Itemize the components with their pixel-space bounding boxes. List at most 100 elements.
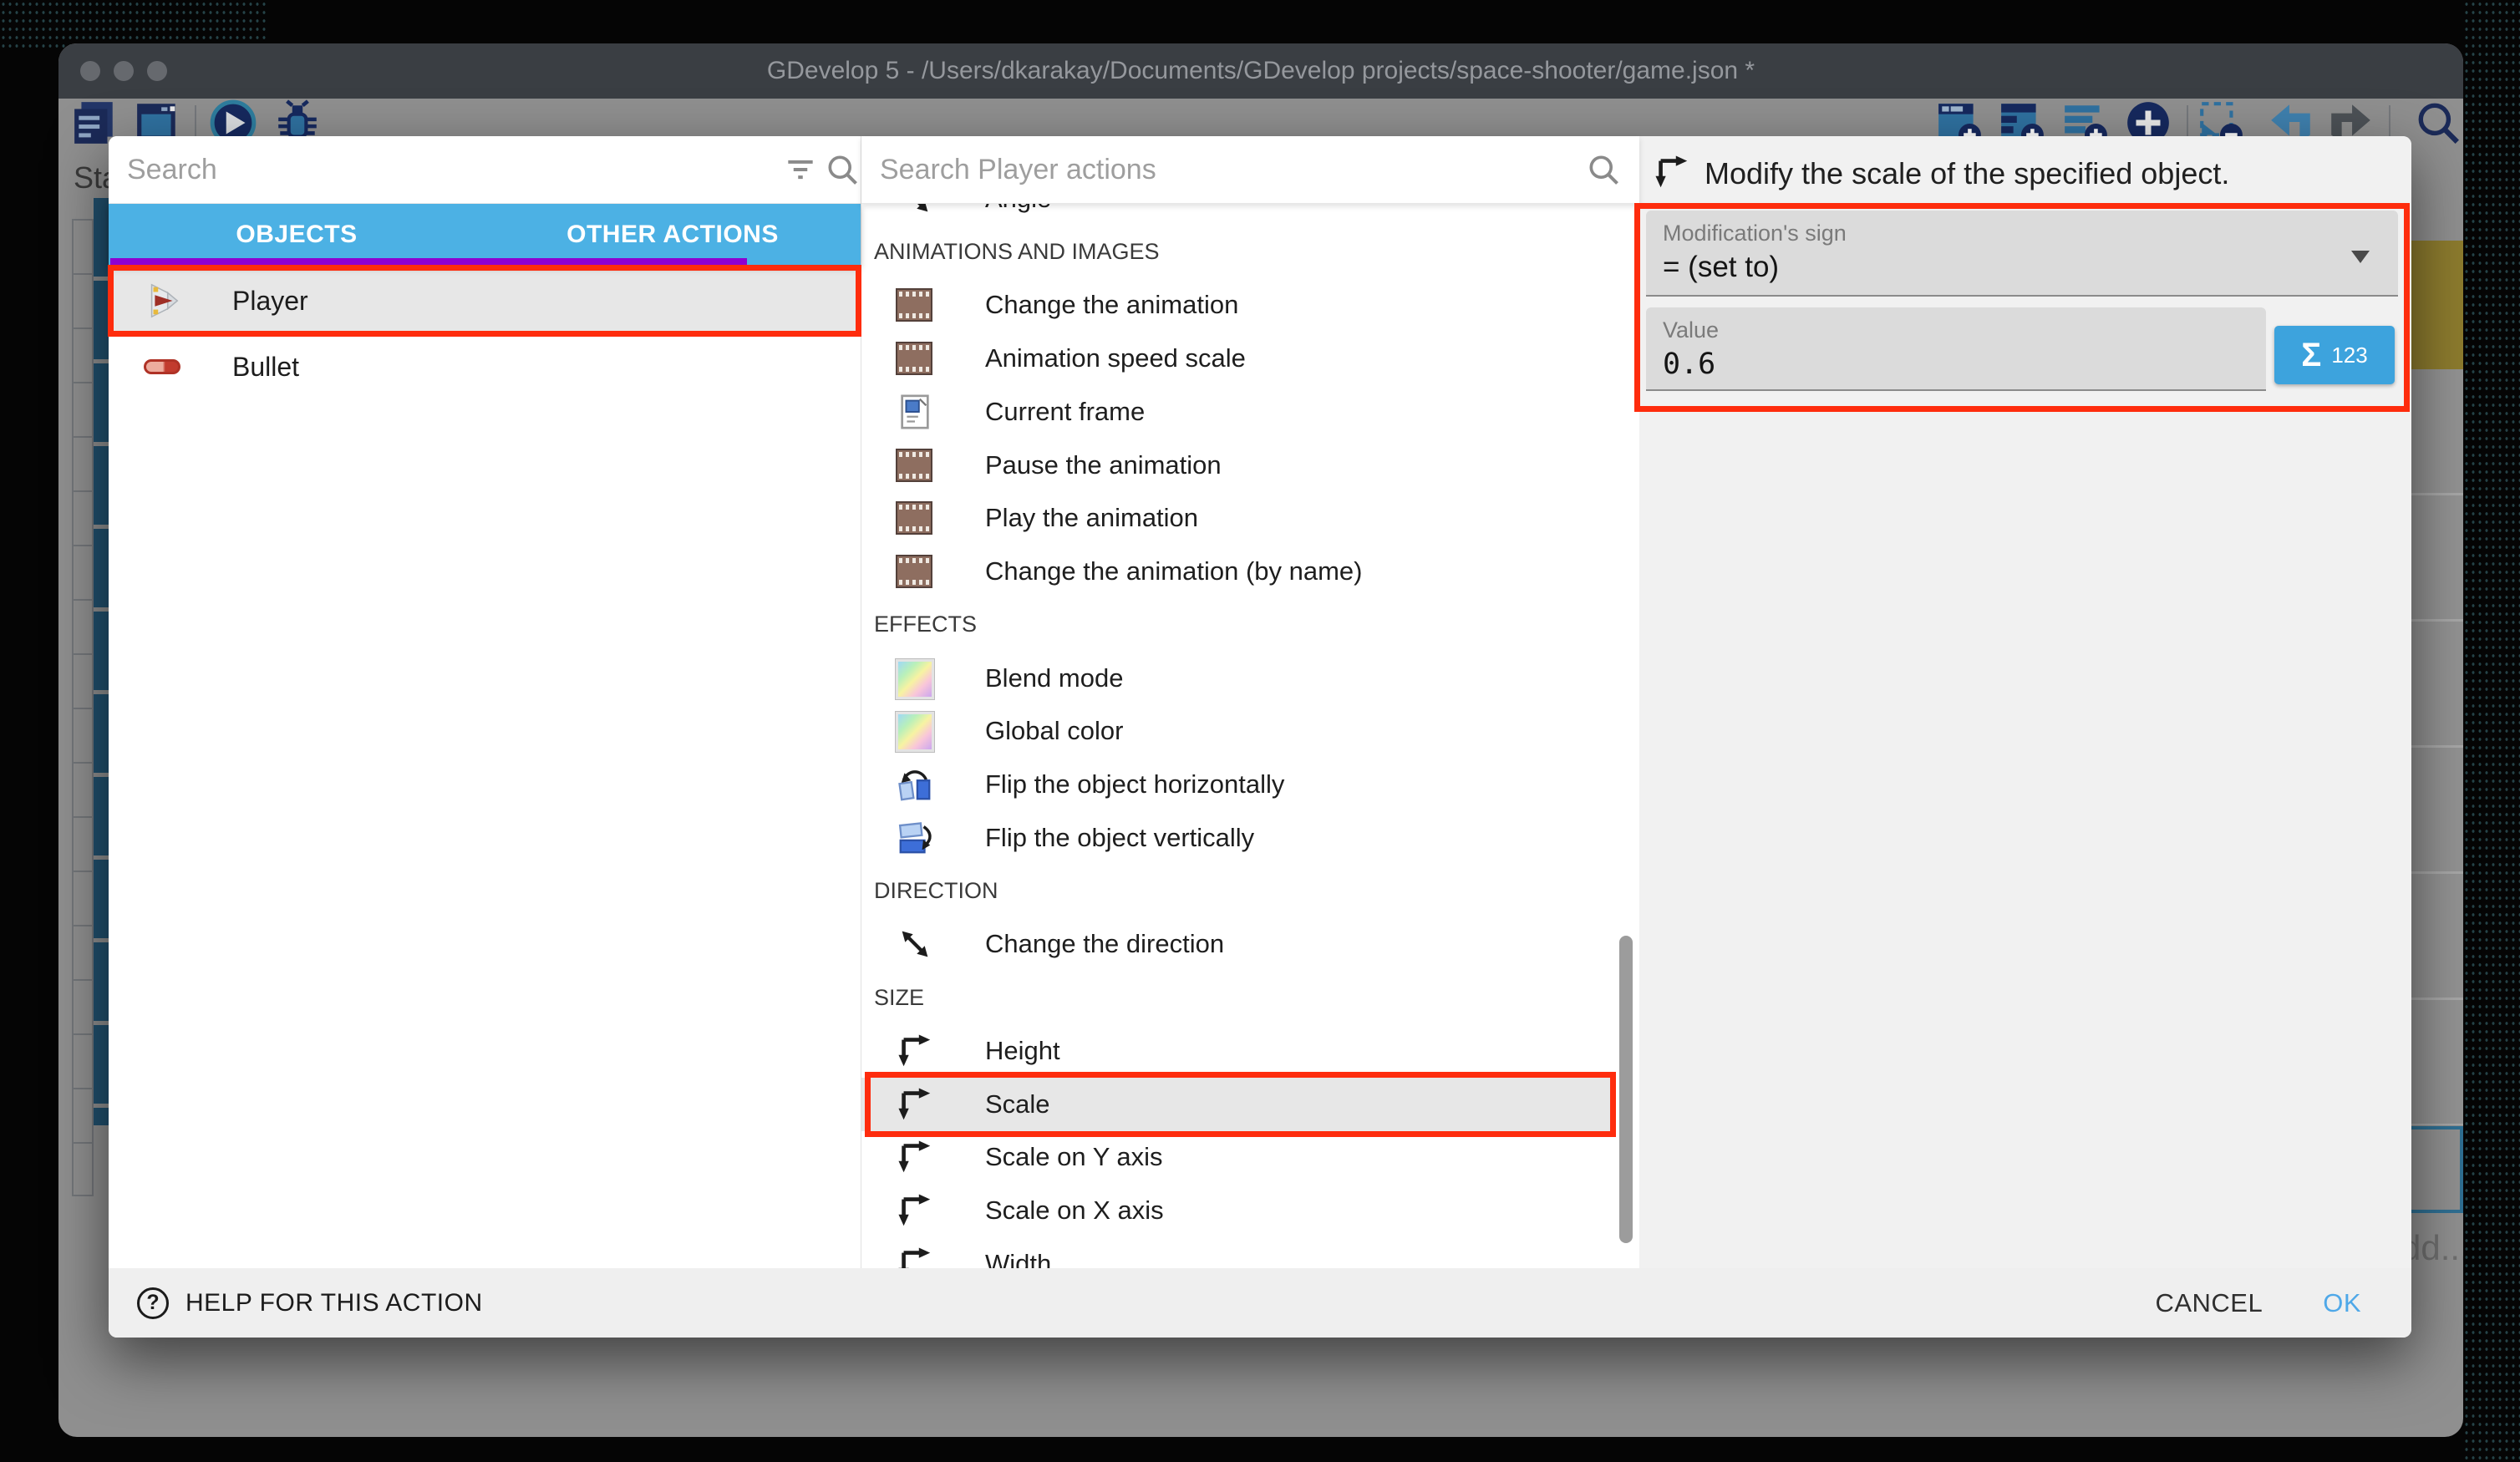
action-row-change-the-direction[interactable]: Change the direction: [861, 918, 1616, 972]
action-row-animation-speed-scale[interactable]: Animation speed scale: [861, 332, 1616, 385]
toolbar-separator: [2389, 105, 2390, 140]
frame-icon: [896, 393, 934, 431]
object-row-bullet[interactable]: Bullet: [114, 337, 856, 397]
action-row-current-frame[interactable]: Current frame: [861, 385, 1616, 439]
dialog-footer: ? HELP FOR THIS ACTION CANCEL OK: [109, 1268, 2411, 1338]
zoom-button[interactable]: [147, 61, 167, 81]
action-row-flip-the-object-horizontally[interactable]: Flip the object horizontally: [861, 758, 1616, 811]
search-icon[interactable]: [1585, 151, 1622, 188]
toolbar-separator: [195, 105, 196, 140]
scale-icon: [896, 1191, 934, 1230]
scale-icon: [896, 1138, 934, 1176]
action-label: Change the animation: [985, 290, 1238, 320]
expression-editor-button[interactable]: Σ 123: [2274, 326, 2395, 384]
scale-icon: [896, 1085, 934, 1124]
objects-tabbar: OBJECTS OTHER ACTIONS: [109, 204, 861, 265]
section-header-effects: EFFECTS: [861, 598, 1639, 652]
help-button[interactable]: ? HELP FOR THIS ACTION: [137, 1287, 483, 1319]
help-label: HELP FOR THIS ACTION: [185, 1289, 483, 1317]
object-label: Player: [232, 286, 308, 317]
direction-icon: [896, 925, 934, 963]
action-label: Scale on Y axis: [985, 1142, 1163, 1172]
modification-sign-select[interactable]: Modification's sign = (set to): [1646, 211, 2398, 297]
action-label: Play the animation: [985, 503, 1198, 533]
film-icon: [896, 499, 934, 537]
action-row-change-the-animation[interactable]: Change the animation: [861, 279, 1616, 333]
tab-other-actions[interactable]: OTHER ACTIONS: [485, 204, 861, 265]
actions-panel: AngleANIMATIONS AND IMAGES Change the ani…: [861, 136, 1639, 1268]
action-row-flip-the-object-vertically[interactable]: Flip the object vertically: [861, 811, 1616, 865]
action-row-width[interactable]: Width: [861, 1237, 1616, 1268]
action-row-scale[interactable]: Scale: [861, 1078, 1616, 1131]
angle-icon: [896, 203, 934, 218]
action-config-panel: Modify the scale of the specified object…: [1639, 136, 2411, 1268]
help-icon: ?: [137, 1287, 169, 1319]
object-label: Bullet: [232, 352, 299, 383]
action-label: Flip the object vertically: [985, 823, 1254, 853]
flip-h-icon: [896, 765, 934, 804]
action-row-scale-on-y-axis[interactable]: Scale on Y axis: [861, 1131, 1616, 1185]
desktop-texture: [0, 0, 267, 48]
section-header-direction: DIRECTION: [861, 865, 1639, 918]
action-row-blend-mode[interactable]: Blend mode: [861, 652, 1616, 705]
action-editor-dialog: OBJECTS OTHER ACTIONS Player Bullet Angle…: [109, 136, 2411, 1338]
action-row-pause-the-animation[interactable]: Pause the animation: [861, 439, 1616, 492]
cancel-button[interactable]: CANCEL: [2155, 1288, 2263, 1318]
action-row-play-the-animation[interactable]: Play the animation: [861, 492, 1616, 546]
action-label: Change the animation (by name): [985, 556, 1362, 586]
search-icon[interactable]: [2414, 99, 2462, 147]
object-row-player[interactable]: Player: [114, 271, 856, 331]
objects-list: Player Bullet: [109, 265, 861, 1267]
player-ship-icon: [144, 282, 182, 320]
action-row-scale-on-x-axis[interactable]: Scale on X axis: [861, 1184, 1616, 1237]
toolbar-separator: [2187, 105, 2188, 140]
action-label: Flip the object horizontally: [985, 769, 1284, 800]
active-tab-indicator: [110, 258, 747, 265]
actions-search-input[interactable]: [861, 136, 1639, 203]
field-label: Value: [1663, 317, 1719, 343]
film-icon: [896, 339, 934, 378]
action-label: Width: [985, 1249, 1051, 1268]
action-label: Pause the animation: [985, 450, 1222, 480]
action-label: Change the direction: [985, 929, 1224, 959]
search-icon[interactable]: [824, 151, 861, 188]
action-description: Modify the scale of the specified object…: [1705, 156, 2229, 191]
action-row-height[interactable]: Height: [861, 1024, 1616, 1078]
expression-button-label: 123: [2331, 343, 2367, 368]
ok-button[interactable]: OK: [2323, 1288, 2361, 1318]
titlebar: GDevelop 5 - /Users/dkarakay/Documents/G…: [58, 43, 2463, 99]
scale-icon: [896, 1032, 934, 1070]
objects-search-input[interactable]: [109, 136, 861, 203]
close-button[interactable]: [80, 61, 100, 81]
objects-search-row: [109, 136, 861, 204]
action-label: Scale: [985, 1089, 1050, 1119]
filter-icon[interactable]: [782, 151, 819, 188]
scrollbar-thumb[interactable]: [1619, 936, 1633, 1243]
flip-v-icon: [896, 819, 934, 857]
actions-search-row: [861, 136, 1639, 204]
bullet-icon: [144, 348, 182, 386]
events-sheet-cells: [72, 219, 94, 1196]
action-label: Scale on X axis: [985, 1195, 1164, 1226]
value-input[interactable]: Value 0.6: [1646, 307, 2266, 391]
action-row-global-color[interactable]: Global color: [861, 705, 1616, 759]
action-row-angle[interactable]: Angle: [861, 203, 1616, 226]
film-icon: [896, 446, 934, 485]
film-icon: [896, 286, 934, 324]
action-label: Global color: [985, 716, 1123, 746]
desktop: GDevelop 5 - /Users/dkarakay/Documents/G…: [0, 0, 2520, 1462]
desktop-texture: [2463, 0, 2520, 1462]
section-header-size: SIZE: [861, 971, 1639, 1024]
action-row-change-the-animation-by-name[interactable]: Change the animation (by name): [861, 545, 1616, 598]
tab-objects[interactable]: OBJECTS: [109, 204, 485, 265]
scale-icon: [896, 1245, 934, 1268]
blend-icon: [896, 659, 934, 698]
field-label: Modification's sign: [1663, 221, 1847, 246]
action-label: Animation speed scale: [985, 343, 1246, 373]
minimize-button[interactable]: [114, 61, 134, 81]
film-icon: [896, 552, 934, 591]
objects-panel: OBJECTS OTHER ACTIONS Player Bullet: [109, 136, 861, 1268]
section-header-animations-and-images: ANIMATIONS AND IMAGES: [861, 226, 1639, 279]
window-title: GDevelop 5 - /Users/dkarakay/Documents/G…: [767, 57, 1755, 85]
scale-icon: [1653, 153, 1691, 191]
